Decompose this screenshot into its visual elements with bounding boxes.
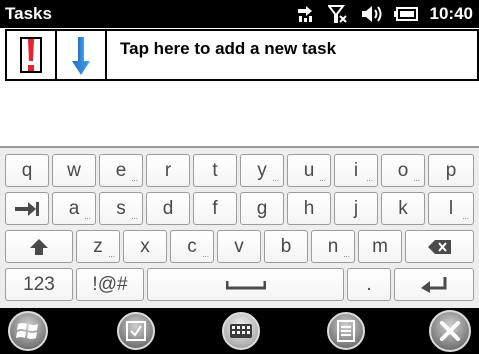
key-g[interactable]: g [240,192,284,225]
shift-icon [30,238,48,255]
key-label: x [140,236,150,257]
key-shift[interactable] [5,230,73,263]
key-alt-marker: ... [131,212,138,221]
backspace-icon [427,239,451,254]
key-numbers[interactable]: 123 [5,268,73,301]
key-label: j [353,198,359,219]
key-alt-marker: ... [108,250,115,259]
status-bar: Tasks 10:40 [0,0,479,28]
key-x[interactable]: x [123,230,167,263]
key-alt-marker: ... [202,250,209,259]
key-space[interactable] [147,268,344,301]
key-tab[interactable] [5,192,49,225]
key-u[interactable]: u... [287,154,331,187]
key-q[interactable]: q [5,154,49,187]
key-alt-marker: ... [462,212,469,221]
key-r[interactable]: r [146,154,190,187]
key-label: q [21,160,33,181]
key-e[interactable]: e... [99,154,143,187]
key-t[interactable]: t [193,154,237,187]
key-label: g [256,198,268,219]
priority-high-button[interactable] [7,31,57,79]
key-label: . [366,274,372,295]
volume-icon [360,5,382,23]
windows-start-icon [16,323,38,339]
clock[interactable]: 10:40 [430,4,473,24]
close-button[interactable] [429,310,471,352]
key-p[interactable]: p [428,154,474,187]
key-label: w [67,160,81,181]
down-arrow-icon [72,37,90,75]
key-label: v [234,236,244,257]
key-alt-marker: ... [413,174,420,183]
app-title: Tasks [5,4,52,23]
key-o[interactable]: o... [381,154,425,187]
key-b[interactable]: b [264,230,308,263]
space-icon [225,280,266,289]
key-period[interactable]: . [347,268,391,301]
ok-button[interactable] [117,312,155,350]
key-d[interactable]: d [146,192,190,225]
key-c[interactable]: c... [170,230,214,263]
key-label: p [445,160,457,181]
keyboard-toggle-button[interactable] [222,312,260,350]
status-icons[interactable]: 10:40 [296,4,473,24]
menu-list-icon [337,320,355,342]
key-w[interactable]: w [52,154,96,187]
key-alt-marker: ... [84,212,91,221]
key-enter[interactable] [394,268,474,301]
key-backspace[interactable] [405,230,474,263]
key-label: 123 [23,274,55,295]
key-m[interactable]: m [358,230,402,263]
keyboard-icon [230,324,252,338]
key-a[interactable]: a... [52,192,96,225]
key-label: f [212,198,218,219]
key-k[interactable]: k [381,192,425,225]
menu-bar [0,308,479,354]
checkbox-icon [126,321,146,341]
start-button[interactable] [8,311,48,351]
key-label: d [162,198,174,219]
key-l[interactable]: l... [428,192,474,225]
signal-no-service-icon [327,5,348,23]
enter-icon [421,276,447,293]
key-v[interactable]: v [217,230,261,263]
key-i[interactable]: i... [334,154,378,187]
key-alt-marker: ... [319,174,326,183]
data-connection-icon [296,5,316,23]
key-n[interactable]: n... [311,230,355,263]
menu-button[interactable] [327,312,365,350]
key-alt-marker: ... [272,174,279,183]
key-y[interactable]: y... [240,154,284,187]
on-screen-keyboard: q w e... r t y... u... i... o... p a... … [0,146,479,308]
key-j[interactable]: j [334,192,378,225]
key-alt-marker: ... [343,250,350,259]
task-list-area[interactable] [0,83,479,145]
key-f[interactable]: f [193,192,237,225]
battery-icon [393,6,418,22]
key-label: k [398,198,408,219]
key-label: m [372,236,388,257]
tab-icon [15,201,39,216]
close-icon [440,321,460,341]
new-task-input[interactable]: Tap here to add a new task [110,31,477,79]
key-label: !@# [92,274,128,295]
key-label: r [164,160,172,181]
key-label: b [280,236,292,257]
key-alt-marker: ... [131,174,138,183]
exclamation-icon [28,39,34,71]
task-entry-bar: Tap here to add a new task [5,29,479,81]
key-symbols[interactable]: !@# [76,268,144,301]
key-z[interactable]: z... [76,230,120,263]
key-label: t [212,160,218,181]
key-alt-marker: ... [366,174,373,183]
key-h[interactable]: h [287,192,331,225]
key-s[interactable]: s... [99,192,143,225]
priority-low-button[interactable] [57,31,107,79]
key-label: h [303,198,315,219]
